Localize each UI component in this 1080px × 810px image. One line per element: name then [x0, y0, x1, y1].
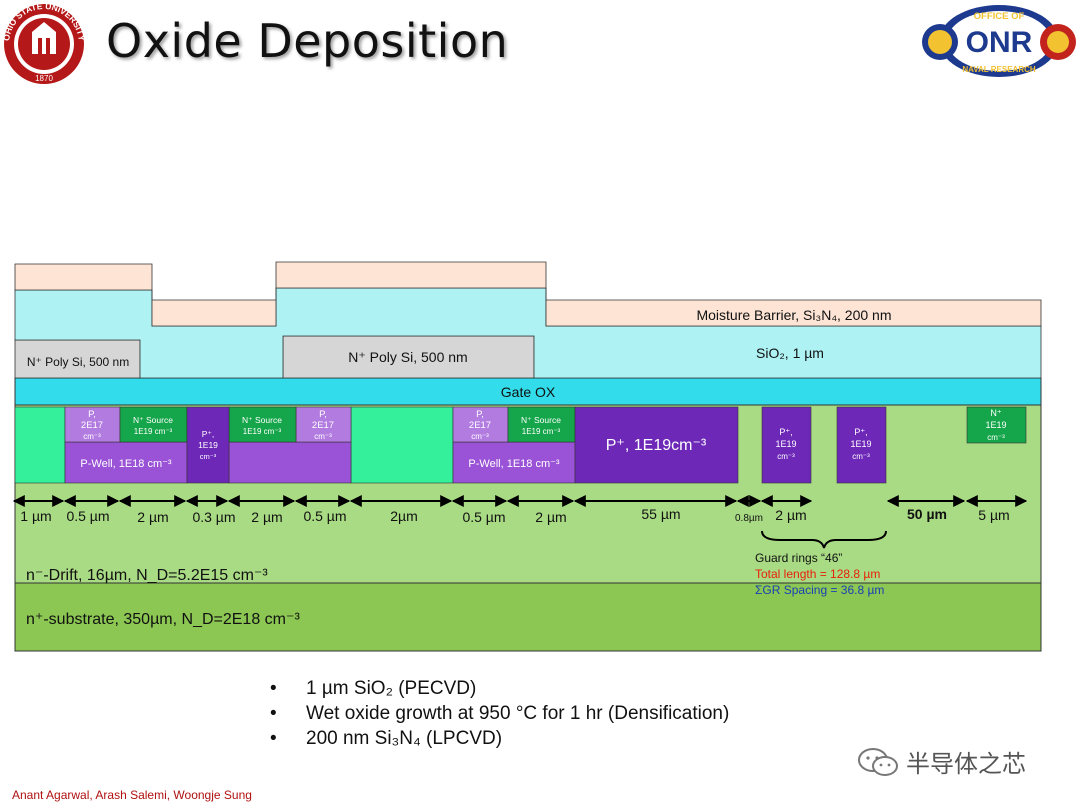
dimension-label: 5 µm: [978, 507, 1009, 523]
p-well-region: [228, 441, 352, 484]
dimension-label: 2µm: [390, 508, 418, 524]
guard-ring-label-1: P⁺,: [779, 427, 792, 437]
guard-rings-total-length: Total length = 128.8 µm: [755, 567, 880, 581]
sio2-label: SiO₂, 1 µm: [756, 345, 824, 361]
n-source-label-1: N⁺ Source: [521, 415, 561, 425]
dimension-label: 0.3 µm: [192, 509, 235, 525]
dimension-label: 50 µm: [907, 506, 947, 522]
watermark-text: 半导体之芯: [906, 751, 1026, 778]
process-step: • 200 nm Si₃N₄ (LPCVD): [270, 728, 503, 749]
process-step: • 1 µm SiO₂ (PECVD): [270, 678, 477, 699]
p-2e17-label-2: 2E17: [312, 420, 334, 431]
guard-ring-label-3: cm⁻³: [777, 452, 795, 461]
substrate-label: n⁺-substrate, 350µm, N_D=2E18 cm⁻³: [26, 611, 300, 628]
process-steps-list: • 1 µm SiO₂ (PECVD) • Wet oxide growth at …: [270, 676, 729, 751]
n-plus-right-label-1: N⁺: [990, 408, 1001, 418]
guard-ring-label-2: 1E19: [850, 439, 871, 449]
moisture-barrier-label: Moisture Barrier, Si₃N₄, 200 nm: [696, 307, 891, 323]
process-step-text: Wet oxide growth at 950 °C for 1 hr (Den…: [306, 703, 730, 724]
footer-authors: Anant Agarwal, Arash Salemi, Woongje Sun…: [12, 788, 252, 802]
n-source-label-1: N⁺ Source: [133, 415, 173, 425]
dimension-label: 55 µm: [641, 506, 680, 522]
p-2e17-label-1: P,: [319, 409, 327, 420]
process-step: • Wet oxide growth at 950 °C for 1 hr (De…: [270, 703, 730, 724]
process-step-text: 1 µm SiO₂ (PECVD): [306, 678, 477, 699]
jfet-region: [14, 406, 66, 484]
guard-rings-spacing: ΣGR Spacing = 36.8 µm: [755, 583, 884, 597]
gate-ox-label: Gate OX: [501, 384, 556, 400]
n-source-label-2: 1E19 cm⁻³: [522, 427, 561, 436]
p-plus-label-3: cm⁻³: [200, 452, 217, 461]
p-2e17-label-3: cm⁻³: [314, 432, 332, 441]
p-plus-label-2: 1E19: [198, 440, 218, 450]
dimension-label: 1 µm: [20, 508, 51, 524]
dimension-label: 0.8µm: [735, 513, 763, 524]
dimension-label: 0.5 µm: [462, 509, 505, 525]
drift-label: n⁻-Drift, 16µm, N_D=5.2E15 cm⁻³: [26, 567, 268, 584]
n-plus-right-label-2: 1E19: [985, 420, 1006, 430]
p-2e17-label-1: P,: [88, 409, 96, 420]
n-source-label-2: 1E19 cm⁻³: [134, 427, 173, 436]
dimension-label: 2 µm: [137, 509, 168, 525]
n-plus-right-label-3: cm⁻³: [987, 433, 1005, 442]
wechat-icon: [858, 747, 898, 776]
guard-ring-label-1: P⁺,: [854, 427, 867, 437]
p-plus-big-label: P⁺, 1E19cm⁻³: [606, 437, 707, 454]
p-plus-label-1: P⁺,: [202, 429, 215, 439]
jfet-region: [350, 406, 454, 484]
p-well-label: P-Well, 1E18 cm⁻³: [80, 458, 172, 470]
watermark: 半导体之芯: [856, 744, 1026, 779]
n-source-label-2: 1E19 cm⁻³: [243, 427, 282, 436]
p-2e17-label-3: cm⁻³: [471, 432, 489, 441]
poly-si-left-label: N⁺ Poly Si, 500 nm: [27, 355, 129, 369]
n-source-label-1: N⁺ Source: [242, 415, 282, 425]
poly-si-center-label: N⁺ Poly Si, 500 nm: [348, 349, 467, 365]
p-2e17-label-2: 2E17: [469, 420, 491, 431]
guard-ring-label-3: cm⁻³: [852, 452, 870, 461]
dimension-label: 2 µm: [535, 509, 566, 525]
dimension-label: 0.5 µm: [66, 508, 109, 524]
p-well-label: P-Well, 1E18 cm⁻³: [468, 458, 560, 470]
dimension-label: 2 µm: [775, 507, 806, 523]
process-step-text: 200 nm Si₃N₄ (LPCVD): [306, 728, 503, 749]
p-2e17-label-3: cm⁻³: [83, 432, 101, 441]
p-2e17-label-2: 2E17: [81, 420, 103, 431]
dimension-label: 2 µm: [251, 509, 282, 525]
guard-rings-label: Guard rings “46”: [755, 551, 842, 565]
guard-ring-label-2: 1E19: [775, 439, 796, 449]
p-2e17-label-1: P,: [476, 409, 484, 420]
dimension-label: 0.5 µm: [303, 508, 346, 524]
